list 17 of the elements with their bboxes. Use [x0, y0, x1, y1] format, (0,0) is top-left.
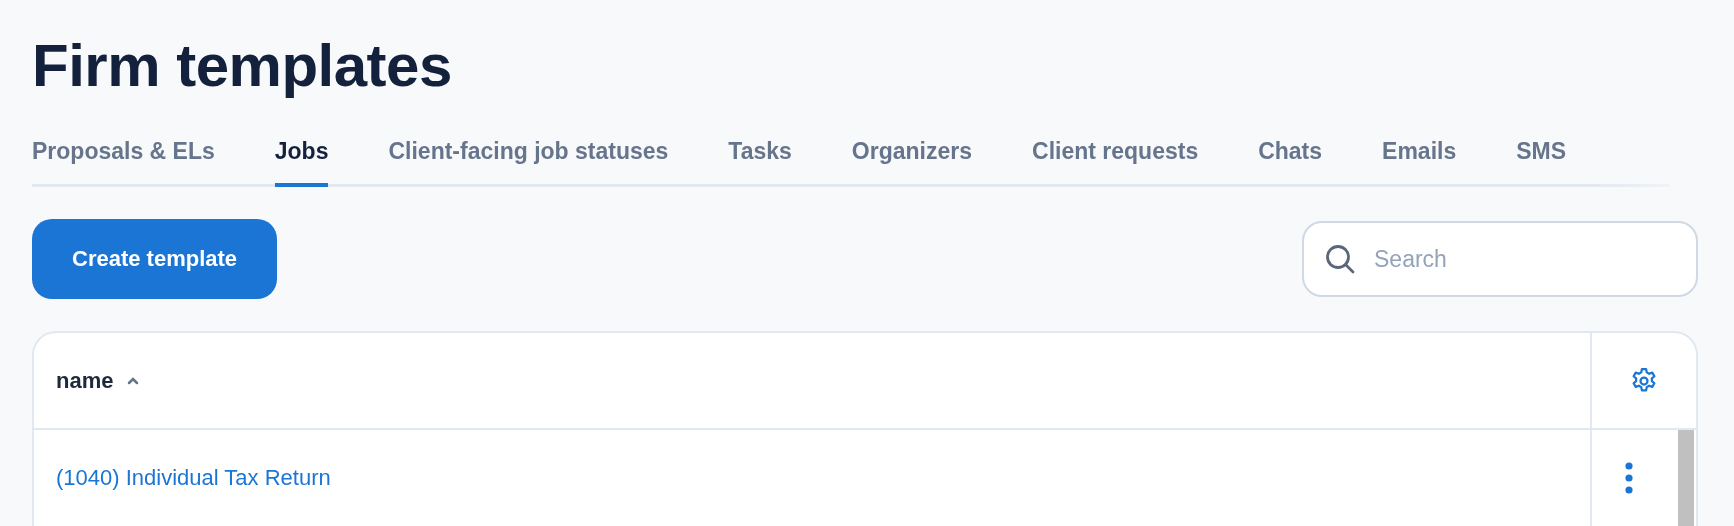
tab[interactable]: Chats [1258, 128, 1323, 187]
search-icon [1324, 243, 1356, 275]
tab[interactable]: SMS [1516, 128, 1567, 187]
tab[interactable]: Client-facing job statuses [388, 128, 669, 187]
create-template-button[interactable]: Create template [32, 219, 278, 299]
sort-ascending-icon[interactable] [127, 376, 140, 385]
tab[interactable]: Tasks [728, 128, 792, 187]
tab[interactable]: Emails [1382, 128, 1457, 187]
search-field[interactable]: Search [1302, 221, 1698, 297]
page-title: Firm templates [32, 31, 452, 101]
template-name-link[interactable]: (1040) Individual Tax Return [56, 465, 331, 491]
tab[interactable]: Client requests [1032, 128, 1199, 187]
tab[interactable]: Proposals & ELs [32, 128, 215, 187]
column-header[interactable]: name [56, 367, 114, 394]
tab[interactable]: Jobs [274, 128, 329, 187]
tab[interactable]: Organizers [851, 128, 972, 187]
more-options-icon[interactable] [1625, 462, 1633, 494]
